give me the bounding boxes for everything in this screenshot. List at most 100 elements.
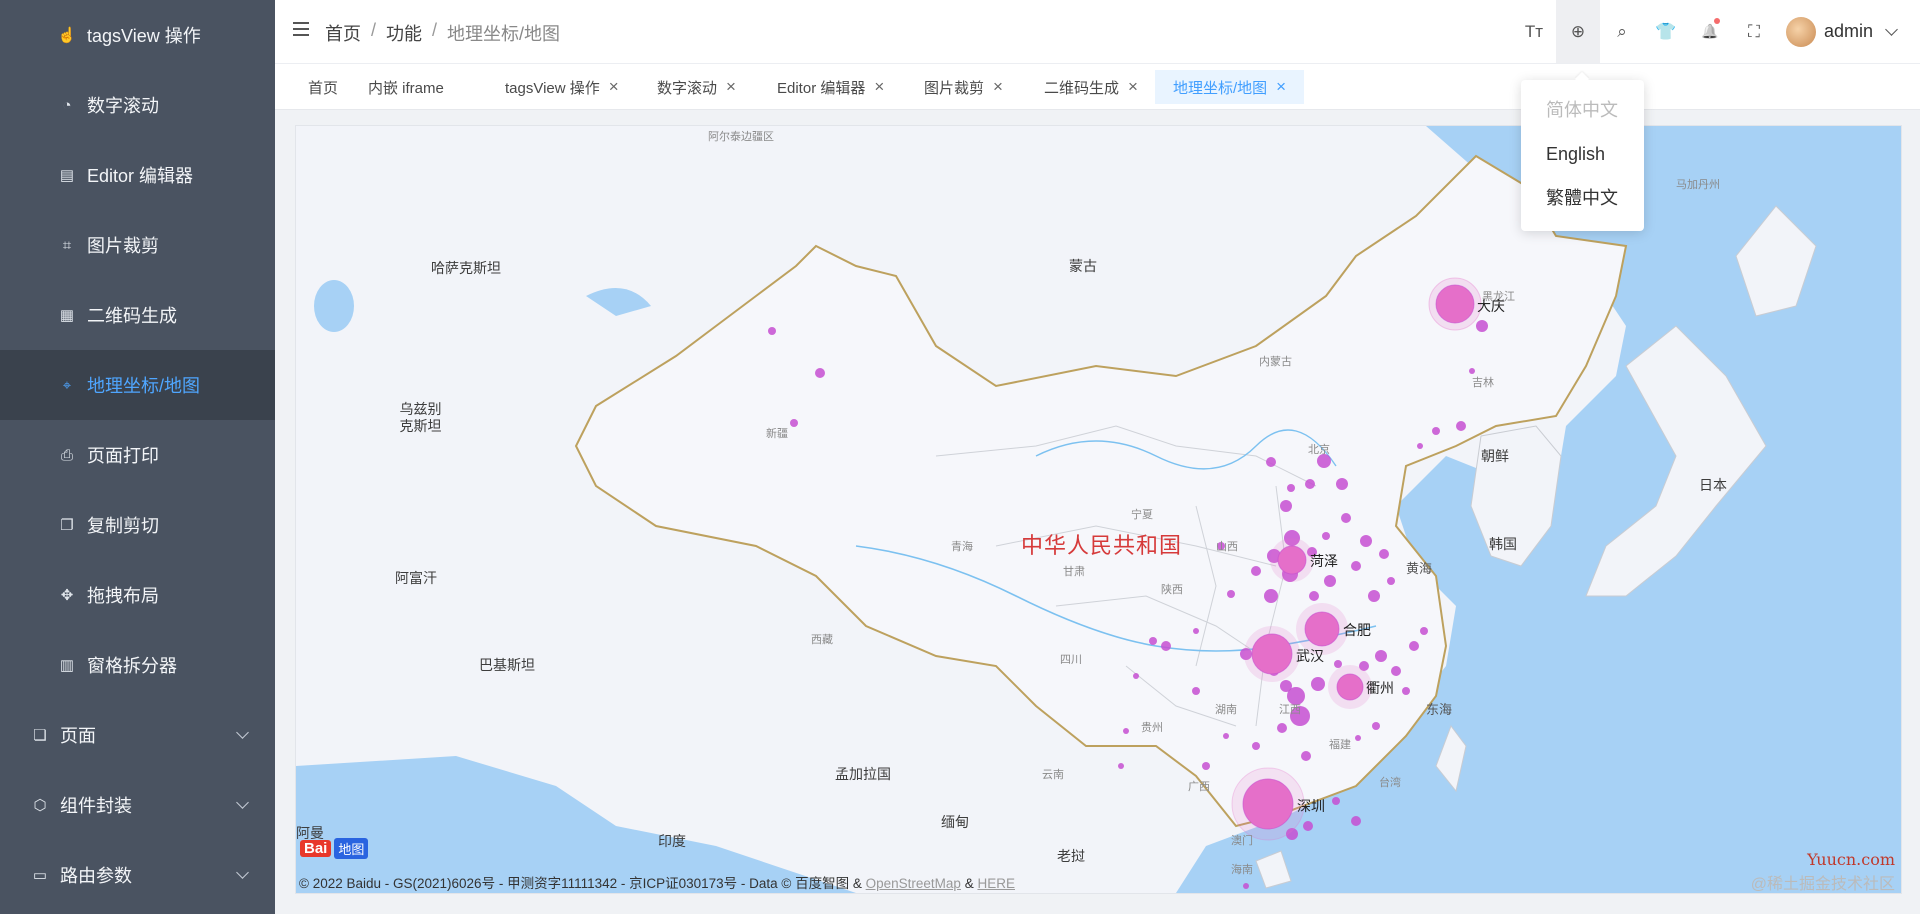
columns-icon: ▥ [57,656,77,674]
sidebar-item-map[interactable]: ⌖ 地理坐标/地图 [0,350,275,420]
search-icon[interactable]: ⌕ [1600,0,1644,63]
hand-pointer-icon: ☝ [57,26,77,44]
baidu-map[interactable]: 哈萨克斯坦 蒙古 乌兹别克斯坦 阿富汗 巴基斯坦 印度 孟加拉国 缅甸 老挝 朝… [295,125,1902,894]
dashboard-icon: ◔ [57,97,77,114]
map-label: 陕西 [1161,581,1183,597]
close-icon[interactable]: × [609,77,619,97]
map-label: 山西 [1216,538,1238,554]
image-icon: ▭ [30,866,50,884]
lang-option-zh-tw[interactable]: 繁體中文 [1521,176,1644,220]
sidebar-item-qrcode[interactable]: ▦ 二维码生成 [0,280,275,350]
map-label: 湖南 [1215,701,1237,717]
breadcrumb-feature[interactable]: 功能 [386,20,422,46]
sidebar-item-countup[interactable]: ◔ 数字滚动 [0,70,275,140]
close-icon[interactable]: × [993,77,1003,97]
map-label: 韩国 [1489,534,1517,554]
watermark-yuucn: Yuucn.com [1807,850,1895,869]
font-size-icon[interactable]: Tт [1512,0,1556,63]
map-label: 西藏 [811,631,833,647]
notification-dot [1714,18,1720,24]
map-label: 马加丹州 [1676,176,1720,192]
sidebar-item-print[interactable]: ⎙ 页面打印 [0,420,275,490]
tag-home[interactable]: 首页 [290,70,356,104]
tag-qrcode[interactable]: 二维码生成× [1026,70,1156,104]
close-icon[interactable]: × [1276,77,1286,97]
sidebar-item-label: tagsView 操作 [87,22,201,48]
sidebar-item-label: 页面 [60,722,96,748]
country-label: 中华人民共和国 [1021,528,1182,560]
chevron-down-icon[interactable] [1885,23,1898,36]
tag-iframe[interactable]: 内嵌 iframe [350,70,462,104]
chevron-down-icon [236,866,249,879]
city-label: 深圳 [1297,796,1325,816]
close-icon[interactable]: × [874,77,884,97]
map-label: 广西 [1188,778,1210,794]
map-label: 哈萨克斯坦 [431,258,501,278]
tag-countup[interactable]: 数字滚动× [639,70,754,104]
watermark-juejin: @稀土掘金技术社区 [1751,870,1895,894]
breadcrumb-home[interactable]: 首页 [325,20,361,46]
tag-map[interactable]: 地理坐标/地图 × [1155,70,1304,104]
fullscreen-icon[interactable]: ⛶ [1732,0,1776,63]
map-label: 日本 [1699,475,1727,495]
username[interactable]: admin [1824,21,1873,42]
map-label: 黄海 [1406,558,1432,577]
here-link[interactable]: HERE [977,876,1015,891]
close-icon[interactable]: × [1128,77,1138,97]
tag-tagsview[interactable]: tagsView 操作× [487,70,637,104]
bell-icon[interactable]: 🔔 [1688,0,1732,63]
menu-toggle-icon[interactable] [293,22,309,36]
sidebar-item-tagsview[interactable]: ☝ tagsView 操作 [0,0,275,70]
map-label: 蒙古 [1069,256,1097,276]
sidebar-item-pages[interactable]: ❏ 页面 [0,700,275,770]
baidu-logo-text: Bai [300,840,331,857]
breadcrumb-separator: / [432,20,437,46]
sidebar-item-drag[interactable]: ✥ 拖拽布局 [0,560,275,630]
tag-label: 地理坐标/地图 [1173,77,1267,98]
language-icon[interactable]: ⊕ [1556,0,1600,63]
tag-editor[interactable]: Editor 编辑器 × [759,70,902,104]
sidebar-item-label: 窗格拆分器 [87,652,177,678]
copyright-text: © 2022 Baidu - GS(2021)6026号 - 甲测资字11111… [299,876,866,891]
theme-shirt-icon[interactable]: 👕 [1644,0,1688,63]
map-label: 缅甸 [941,812,969,832]
tag-label: Editor 编辑器 [777,77,865,98]
map-label: 澳门 [1231,832,1253,848]
copyright-amp: & [961,876,978,891]
baidu-logo[interactable]: Bai 地图 [300,838,368,859]
map-label: 北京 [1308,441,1330,457]
sidebar-item-label: 二维码生成 [87,302,177,328]
map-label: 宁夏 [1131,506,1153,522]
map-label: 青海 [951,538,973,554]
qrcode-icon: ▦ [57,306,77,324]
sidebar-item-splitpane[interactable]: ▥ 窗格拆分器 [0,630,275,700]
breadcrumb-separator: / [371,20,376,46]
map-label: 海南 [1231,861,1253,877]
lang-option-en[interactable]: English [1521,132,1644,176]
drag-move-icon: ✥ [57,586,77,604]
map-label: 甘肃 [1063,563,1085,579]
sidebar-item-route-params[interactable]: ▭ 路由参数 [0,840,275,910]
bell-glyph: 🔔 [1701,23,1718,40]
map-label: 江西 [1279,701,1301,717]
map-label: 新疆 [766,425,788,441]
close-icon[interactable]: × [726,77,736,97]
baidu-logo-sub: 地图 [334,838,368,859]
lang-option-zh-cn[interactable]: 简体中文 [1521,88,1644,132]
sidebar-item-components[interactable]: ⬡ 组件封装 [0,770,275,840]
city-label: 武汉 [1296,646,1324,666]
avatar[interactable] [1786,17,1816,47]
sidebar-item-label: 路由参数 [60,862,132,888]
top-navbar: 首页 / 功能 / 地理坐标/地图 Tт ⊕ ⌕ 👕 🔔 ⛶ admin [275,0,1920,64]
map-label: 乌兹别克斯坦 [398,401,443,435]
crop-icon: ⌗ [57,237,77,254]
map-label: 巴基斯坦 [479,655,535,675]
chevron-down-icon [236,726,249,739]
sidebar-item-crop[interactable]: ⌗ 图片裁剪 [0,210,275,280]
sidebar-item-label: 图片裁剪 [87,232,159,258]
tag-crop[interactable]: 图片裁剪× [906,70,1021,104]
sidebar-item-copy[interactable]: ❐ 复制剪切 [0,490,275,560]
openstreetmap-link[interactable]: OpenStreetMap [866,876,961,891]
sidebar-item-editor[interactable]: ▤ Editor 编辑器 [0,140,275,210]
map-label: 台湾 [1379,774,1401,790]
